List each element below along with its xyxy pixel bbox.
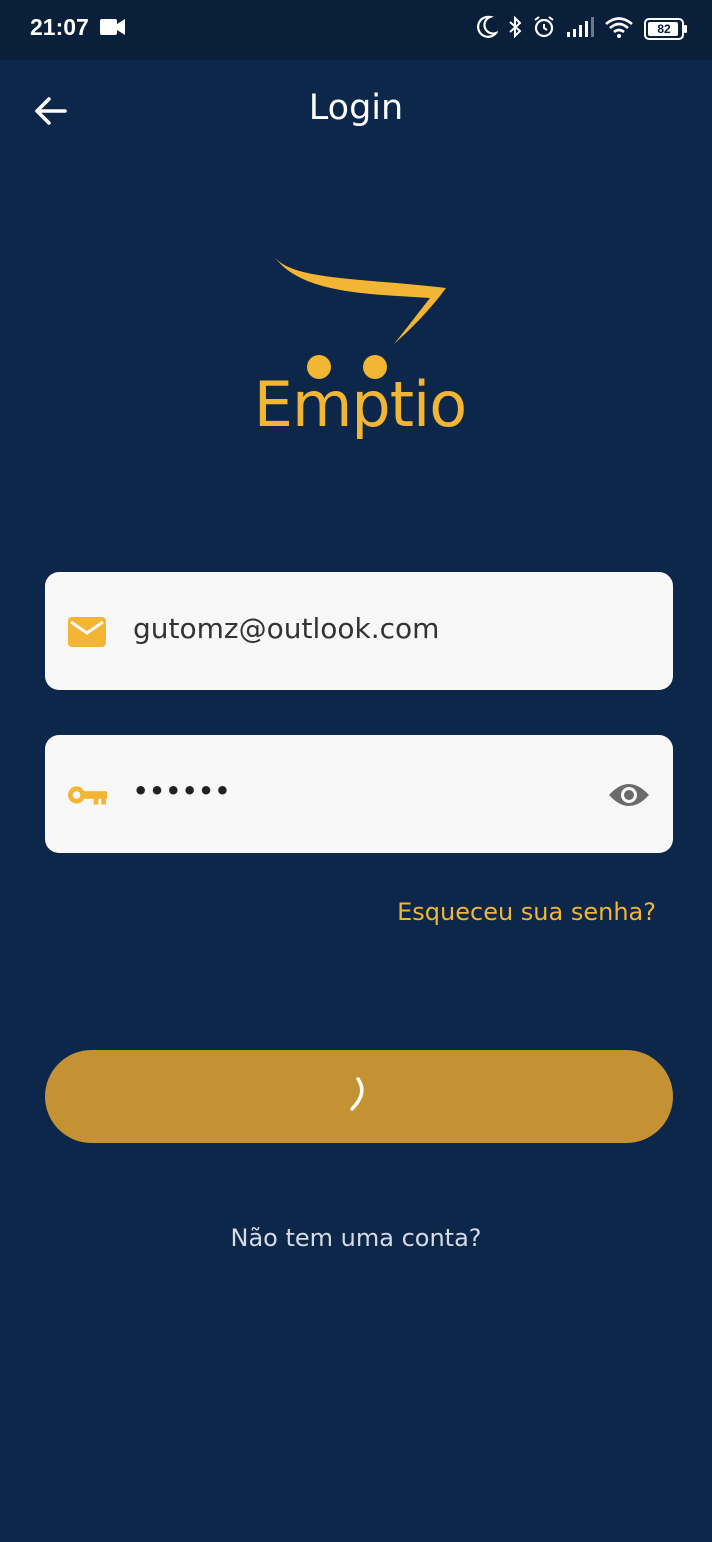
status-time: 21:07: [30, 14, 89, 40]
page-title: Login: [308, 88, 404, 128]
signal-icon: [566, 16, 594, 42]
status-bar: 21:07 82: [0, 0, 712, 60]
alarm-icon: [532, 15, 556, 43]
key-icon: [67, 775, 107, 815]
eye-icon[interactable]: [607, 775, 651, 815]
loading-spinner-icon: [344, 1075, 374, 1119]
login-button[interactable]: [45, 1050, 673, 1143]
password-input[interactable]: ••••••: [133, 777, 231, 805]
camera-icon: [100, 17, 126, 41]
password-field[interactable]: ••••••: [45, 735, 673, 853]
battery-level: 82: [657, 22, 671, 36]
forgot-password-link[interactable]: Esqueceu sua senha?: [397, 898, 656, 926]
wifi-icon: [604, 16, 634, 42]
mail-icon: [67, 612, 107, 652]
bluetooth-icon: [508, 15, 522, 43]
email-field[interactable]: gutomz@outlook.com: [45, 572, 673, 690]
email-input[interactable]: gutomz@outlook.com: [133, 612, 439, 645]
app-logo: Emptio: [250, 250, 470, 450]
logo-text: Emptio: [253, 368, 467, 441]
status-icons: 82: [476, 14, 688, 44]
battery-icon: 82: [644, 18, 688, 40]
cart-logo-icon: [274, 256, 446, 379]
signup-link[interactable]: Não tem uma conta?: [0, 1224, 712, 1252]
moon-icon: [476, 15, 500, 43]
app-bar: Login: [0, 60, 712, 164]
